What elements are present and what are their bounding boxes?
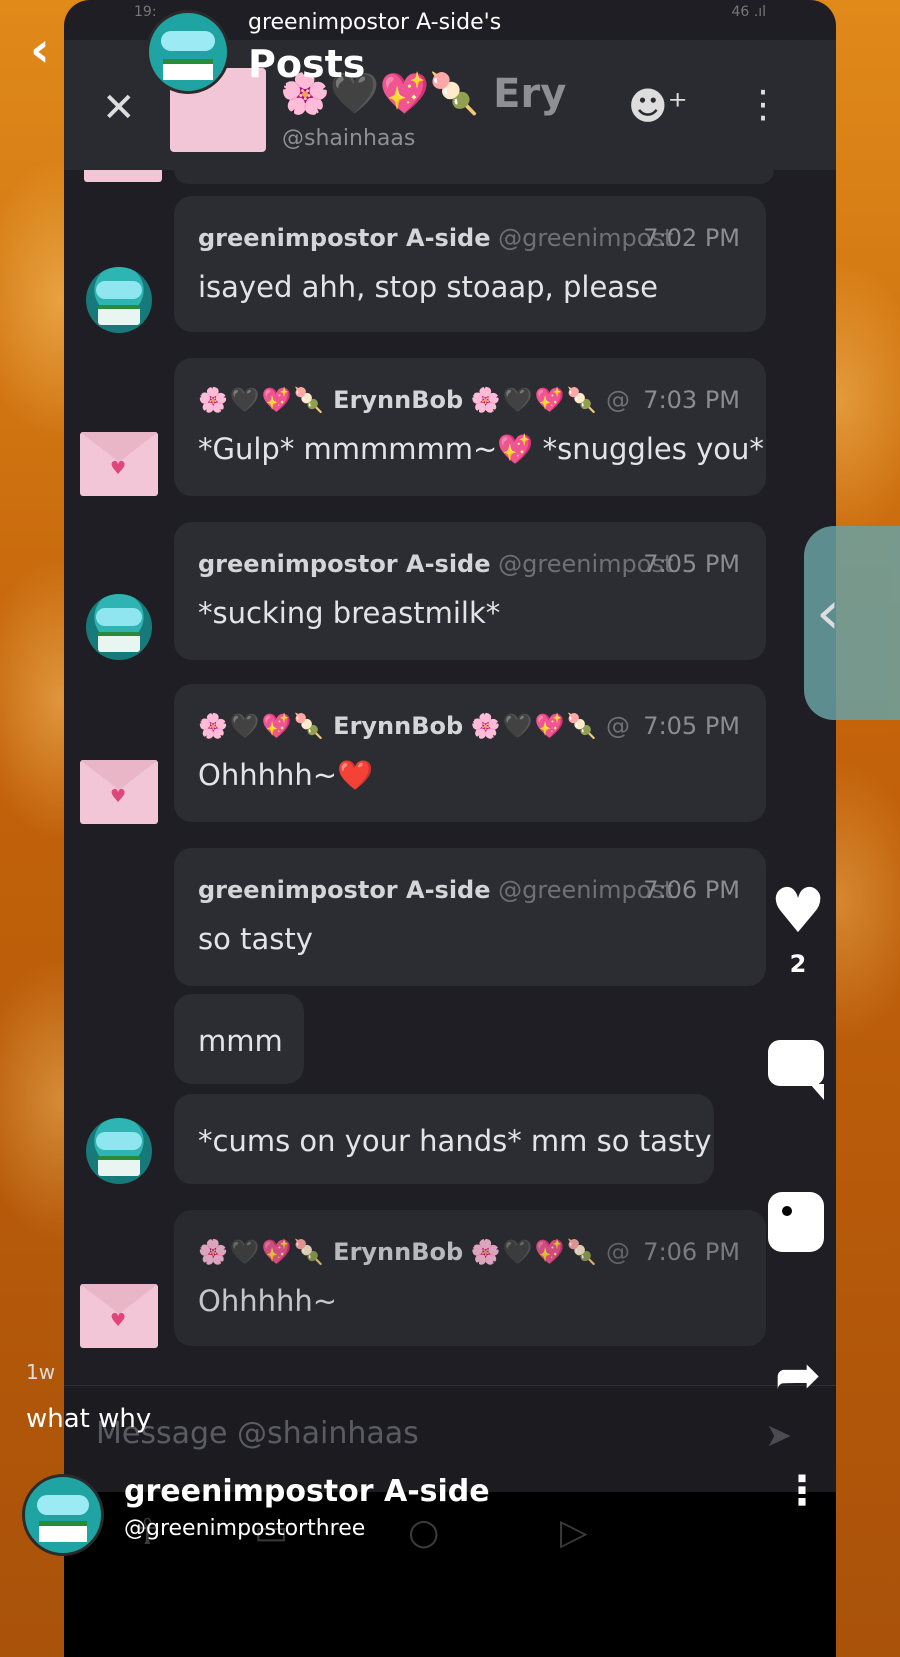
message-author: greenimpostor A-side	[198, 224, 491, 252]
message-author: greenimpostor A-side	[198, 876, 491, 904]
author-name[interactable]: greenimpostor A-side	[124, 1474, 490, 1509]
message-author: greenimpostor A-side	[198, 550, 491, 578]
message-time: 7:06 PM	[643, 1238, 740, 1266]
status-icons: 46 .ıl	[731, 4, 767, 20]
like-count: 2	[789, 950, 807, 978]
message-text: *Gulp* mmmmmm~💖 *snuggles you*	[198, 432, 764, 466]
avatar[interactable]: ♥	[80, 432, 158, 496]
message-handle: @	[606, 1238, 630, 1266]
send-icon[interactable]: ➤	[765, 1416, 792, 1454]
message-time: 7:03 PM	[643, 386, 740, 414]
avatar[interactable]	[86, 1118, 152, 1184]
post-age: 1w	[26, 1360, 56, 1384]
avatar[interactable]: ♥	[80, 760, 158, 824]
previous-bubble-edge	[174, 170, 774, 184]
owner-avatar[interactable]	[146, 10, 230, 94]
add-friend-icon[interactable]: ☻⁺	[628, 84, 688, 128]
author-avatar[interactable]	[22, 1474, 104, 1556]
side-drawer-handle[interactable]: ‹	[804, 526, 900, 720]
avatar[interactable]	[86, 594, 152, 660]
message-handle: @	[606, 712, 630, 740]
post-caption: what why	[26, 1404, 152, 1434]
message-text: isayed ahh, stop stoaap, please	[198, 270, 659, 304]
message-bubble: 🌸🖤💖🍡 ErynnBob 🌸🖤💖🍡 @ 7:05 PM Ohhhhh~❤️	[174, 684, 766, 822]
chevron-left-icon: ‹	[816, 578, 840, 648]
more-options-icon[interactable]: ⋮	[782, 1468, 822, 1514]
name-emoji: 🌸🖤💖🍡	[470, 712, 599, 740]
message-text: *cums on your hands* mm so tasty	[198, 1124, 712, 1158]
comment-icon[interactable]	[768, 1040, 824, 1100]
name-emoji: 🌸🖤💖🍡	[470, 386, 599, 414]
message-text: Ohhhhh~	[198, 1284, 338, 1318]
avatar[interactable]	[86, 267, 152, 333]
message-bubble: *cums on your hands* mm so tasty	[174, 1094, 714, 1184]
home-icon[interactable]: ○	[408, 1512, 439, 1553]
message-text: so tasty	[198, 922, 313, 956]
message-author: ErynnBob	[333, 712, 464, 740]
message-bubble: greenimpostor A-side @greenimpost 7:06 P…	[174, 848, 766, 986]
message-bubble: greenimpostor A-side @greenimpost 7:05 P…	[174, 522, 766, 660]
name-emoji: 🌸🖤💖🍡	[198, 712, 326, 740]
message-bubble: 🌸🖤💖🍡 ErynnBob 🌸🖤💖🍡 @ 7:03 PM *Gulp* mmmm…	[174, 358, 766, 496]
back-nav-icon[interactable]: ▷	[560, 1512, 588, 1553]
message-time: 7:02 PM	[643, 224, 740, 252]
status-time: 19:	[134, 4, 157, 20]
message-bubble: greenimpostor A-side @greenimpost 7:02 P…	[174, 196, 766, 332]
message-bubble: mmm	[174, 994, 304, 1084]
owner-title: greenimpostor A-side's	[248, 10, 502, 35]
name-emoji: 🌸🖤💖🍡	[198, 1238, 326, 1266]
message-time: 7:06 PM	[643, 876, 740, 904]
message-time: 7:05 PM	[643, 712, 740, 740]
name-emoji: 🌸🖤💖🍡	[470, 1238, 599, 1266]
heart-icon[interactable]: ♥	[768, 880, 828, 942]
message-bubble: 🌸🖤💖🍡 ErynnBob 🌸🖤💖🍡 @ 7:06 PM Ohhhhh~	[174, 1210, 766, 1346]
avatar[interactable]: ♥	[80, 1284, 158, 1348]
message-handle: @	[606, 386, 630, 414]
message-time: 7:05 PM	[643, 550, 740, 578]
message-author: ErynnBob	[333, 386, 464, 414]
share-icon[interactable]: ➦	[768, 1348, 828, 1404]
duet-icon[interactable]	[768, 1192, 824, 1252]
name-emoji: 🌸🖤💖🍡	[198, 386, 326, 414]
close-button[interactable]: ✕	[102, 88, 136, 128]
author-handle[interactable]: @greenimpostorthree	[124, 1516, 365, 1541]
page-title: Posts	[248, 42, 366, 86]
partner-handle: @shainhaas	[282, 126, 416, 151]
chat-menu-icon[interactable]: ⋮	[744, 82, 782, 126]
message-text: mmm	[198, 1024, 283, 1058]
message-author: ErynnBob	[333, 1238, 464, 1266]
message-text: *sucking breastmilk*	[198, 596, 501, 630]
message-text: Ohhhhh~❤️	[198, 758, 374, 792]
previous-avatar-edge	[84, 170, 162, 182]
back-button[interactable]: ‹	[30, 22, 50, 78]
screen-recording: 19: 46 .ıl ✕ 🌸🖤💖🍡 Ery @shainhaas ☻⁺ ⋮ gr…	[64, 0, 836, 1657]
